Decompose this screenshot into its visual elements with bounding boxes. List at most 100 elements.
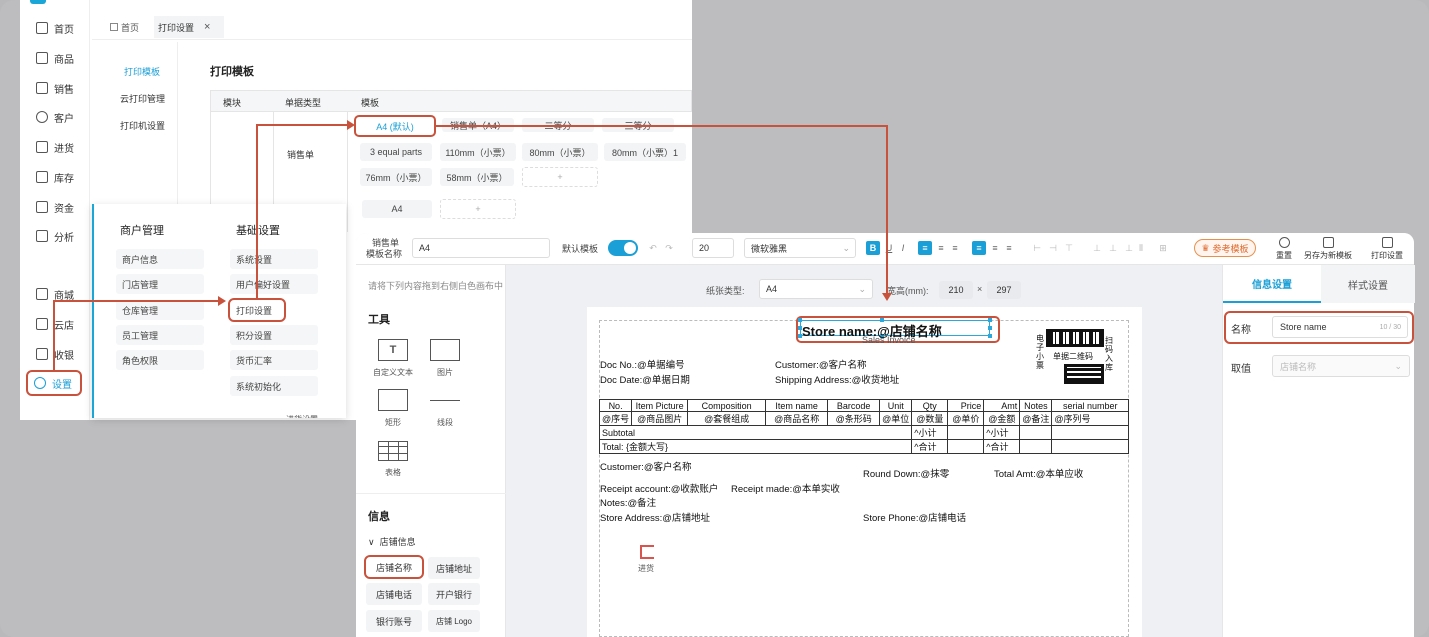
align-center-icon[interactable]: ≡	[934, 241, 948, 255]
name-input[interactable]: Store name 10 / 30	[1272, 316, 1408, 338]
tool-rectangle[interactable]: 矩形	[370, 389, 416, 428]
arrow-line	[53, 300, 55, 372]
save-as-new-button[interactable]: 另存为新模板	[1300, 237, 1356, 261]
menu-store-mgmt[interactable]: 门店管理	[116, 274, 204, 294]
table-header-cell: Qty	[911, 399, 949, 412]
footer-total-amt[interactable]: Total Amt:@本单应收	[994, 466, 1083, 480]
doc-subtitle[interactable]: Sales Invoice	[862, 335, 916, 345]
template-110mm[interactable]: 110mm（小票）	[440, 143, 516, 161]
template-a4[interactable]: A4	[362, 200, 432, 218]
template-title: 打印模板	[210, 66, 254, 78]
tag-store-logo[interactable]: 店铺 Logo	[428, 610, 480, 632]
tool-image[interactable]: 图片	[422, 339, 468, 378]
menu-staff-mgmt[interactable]: 员工管理	[116, 325, 204, 345]
tool-line[interactable]: 线段	[422, 389, 468, 428]
tab-style-settings[interactable]: 样式设置	[1321, 265, 1415, 303]
undo-icon[interactable]: ↶	[646, 241, 660, 255]
subnav-printer-settings[interactable]: 打印机设置	[120, 119, 165, 132]
table-cell: @单位	[879, 411, 913, 426]
distribute-hr-icon[interactable]: ⊤	[1062, 241, 1076, 255]
template-name-input[interactable]: A4	[412, 238, 550, 258]
subnav-print-template[interactable]: 打印模板	[124, 65, 160, 78]
doc-no[interactable]: Doc No.:@单据编号	[600, 357, 685, 371]
resize-handle[interactable]	[988, 326, 992, 330]
footer-store-address[interactable]: Store Address:@店铺地址	[600, 510, 710, 524]
align-right-icon[interactable]: ≡	[948, 241, 962, 255]
font-family-select[interactable]: 微软雅黑 ⌄	[744, 238, 856, 258]
tool-table[interactable]: 表格	[370, 441, 416, 478]
add-template-button-2[interactable]: +	[440, 199, 516, 219]
footer-round-down[interactable]: Round Down:@抹零	[863, 466, 949, 480]
tag-store-address[interactable]: 店铺地址	[428, 557, 480, 579]
distribute-v-icon[interactable]: ⊥	[1090, 241, 1104, 255]
template-76mm[interactable]: 76mm（小票）	[360, 168, 432, 186]
distribute-vc-icon[interactable]: ⊥	[1106, 241, 1120, 255]
app-logo	[30, 0, 46, 4]
doc-customer[interactable]: Customer:@客户名称	[775, 357, 866, 371]
print-settings-button[interactable]: 打印设置	[1368, 237, 1406, 261]
store-info-group[interactable]: ∨ 店铺信息	[368, 535, 416, 548]
template-80mm[interactable]: 80mm（小票）	[522, 143, 598, 161]
copy-icon	[1322, 237, 1334, 248]
grid-icon[interactable]: ⊞	[1156, 241, 1170, 255]
underline-button[interactable]: U	[882, 241, 896, 255]
sidebar-item-settings[interactable]: 设置	[26, 370, 82, 396]
footer-notes[interactable]: Notes:@备注	[600, 495, 656, 509]
doc-date[interactable]: Doc Date:@单据日期	[600, 372, 690, 386]
valign-middle-icon[interactable]: ≡	[988, 241, 1002, 255]
distribute-hc-icon[interactable]: ⊣	[1046, 241, 1060, 255]
bold-button[interactable]: B	[866, 241, 880, 255]
menu-warehouse-mgmt[interactable]: 仓库管理	[116, 300, 204, 320]
valign-bottom-icon[interactable]: ≡	[1002, 241, 1016, 255]
tab-home[interactable]: 首页	[110, 16, 139, 38]
doc-shipping[interactable]: Shipping Address:@收货地址	[775, 372, 899, 386]
footer-store-phone[interactable]: Store Phone:@店铺电话	[863, 510, 966, 524]
arrow-head-icon	[347, 120, 355, 130]
footer-receipt-account[interactable]: Receipt account:@收款账户	[600, 481, 718, 495]
tab-info-settings[interactable]: 信息设置	[1223, 265, 1321, 303]
stamp-label: 进货	[638, 564, 654, 573]
valign-top-icon[interactable]: ≡	[972, 241, 986, 255]
footer-receipt-made[interactable]: Receipt made:@本单实收	[731, 481, 840, 495]
reference-template-button[interactable]: ♛ 参考模板	[1194, 239, 1256, 257]
template-3-equal[interactable]: 3 equal parts	[360, 143, 432, 161]
tag-bank-account[interactable]: 银行账号	[366, 610, 422, 632]
invoice-table[interactable]: No. Item Picture Composition Item name B…	[598, 399, 1129, 454]
redo-icon[interactable]: ↷	[662, 241, 676, 255]
paper-type-select[interactable]: A4 ⌄	[759, 279, 873, 299]
paper-width-input[interactable]: 210	[939, 281, 973, 299]
resize-handle[interactable]	[988, 318, 992, 322]
menu-user-prefs[interactable]: 用户偏好设置	[230, 274, 318, 294]
menu-system-init[interactable]: 系统初始化	[230, 376, 318, 396]
table-cell: @商品名称	[765, 411, 829, 426]
template-58mm[interactable]: 58mm（小票）	[440, 168, 514, 186]
menu-currency-rates[interactable]: 货币汇率	[230, 350, 318, 370]
tag-bank[interactable]: 开户银行	[428, 583, 480, 605]
align-left-icon[interactable]: ≡	[918, 241, 932, 255]
menu-system-settings[interactable]: 系统设置	[230, 249, 318, 269]
template-a4-default[interactable]: A4 (默认)	[354, 115, 436, 137]
value-select[interactable]: 店铺名称 ⌄	[1272, 355, 1410, 377]
template-80mm-1[interactable]: 80mm（小票）1	[604, 143, 686, 161]
menu-print-settings[interactable]: 打印设置	[228, 298, 286, 322]
italic-button[interactable]: I	[896, 241, 910, 255]
menu-merchant-info[interactable]: 商户信息	[116, 249, 204, 269]
reset-button[interactable]: 重置	[1270, 237, 1298, 261]
footer-customer[interactable]: Customer:@客户名称	[600, 459, 691, 473]
tag-store-phone[interactable]: 店铺电话	[366, 583, 422, 605]
menu-purchase-settings[interactable]: 进货设置	[286, 414, 318, 418]
distribute-h-icon[interactable]: ⊢	[1030, 241, 1044, 255]
subnav-cloud-print[interactable]: 云打印管理	[120, 92, 165, 105]
paper-height-input[interactable]: 297	[987, 281, 1021, 299]
menu-role-perms[interactable]: 角色权限	[116, 350, 204, 370]
tab-print-settings[interactable]: 打印设置	[154, 16, 224, 38]
tab-close-icon[interactable]: ×	[204, 16, 210, 38]
default-template-toggle[interactable]	[608, 240, 638, 256]
tag-store-name[interactable]: 店铺名称	[364, 555, 424, 579]
spacing-icon[interactable]: ⫴	[1134, 241, 1148, 255]
menu-points-settings[interactable]: 积分设置	[230, 325, 318, 345]
add-template-button[interactable]: +	[522, 167, 598, 187]
tool-custom-text[interactable]: T 自定义文本	[370, 339, 416, 378]
resize-handle[interactable]	[988, 334, 992, 338]
font-size-input[interactable]: 20	[692, 238, 734, 258]
